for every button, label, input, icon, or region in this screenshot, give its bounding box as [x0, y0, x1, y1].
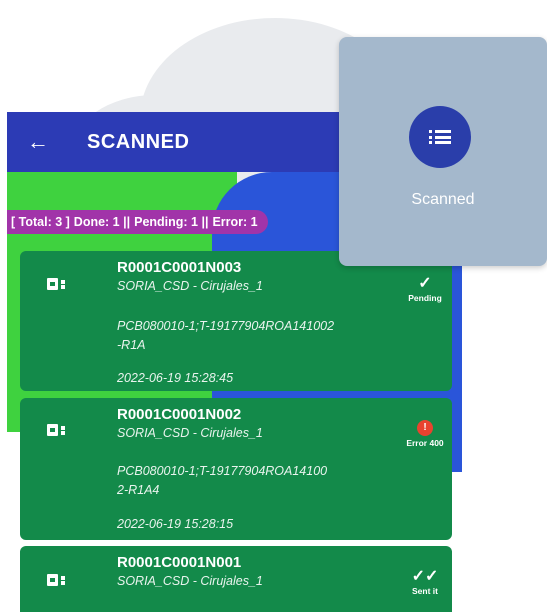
error-status: ! Error 400: [400, 420, 450, 448]
pending-count: Pending: 1 ||: [134, 215, 209, 229]
check-icon: ✓: [418, 275, 432, 292]
scan-location: SORIA_CSD - Cirujales_1: [117, 279, 263, 293]
double-check-icon: ✓✓: [411, 568, 439, 585]
done-count: Done: 1 ||: [73, 215, 131, 229]
scan-card[interactable]: R0001C0001N002 SORIA_CSD - Cirujales_1 P…: [20, 398, 452, 540]
status-label: Sent it: [412, 586, 438, 596]
device-icon: [47, 424, 67, 436]
scan-id: R0001C0001N002: [117, 406, 242, 423]
status-summary-badge: [ Total: 3 ] Done: 1 || Pending: 1 || Er…: [7, 210, 268, 234]
popup-label: Scanned: [411, 191, 475, 208]
total-count: [ Total: 3 ]: [11, 215, 70, 229]
device-icon: [47, 278, 67, 290]
scan-id: R0001C0001N003: [117, 259, 242, 276]
device-icon: [47, 574, 67, 586]
status-label: Error 400: [406, 438, 444, 448]
scan-id: R0001C0001N001: [117, 554, 242, 571]
scanned-list-button[interactable]: [409, 106, 471, 168]
scan-card[interactable]: R0001C0001N003 SORIA_CSD - Cirujales_1 P…: [20, 251, 452, 391]
scan-timestamp: 2022-06-19 15:28:45: [117, 371, 234, 385]
scan-location: SORIA_CSD - Cirujales_1: [117, 426, 263, 440]
error-icon: !: [417, 420, 433, 436]
status-label: Pending: [408, 293, 442, 303]
scan-timestamp: 2022-06-19 15:28:15: [117, 517, 234, 531]
sent-status: ✓✓ Sent it: [400, 568, 450, 596]
scan-code: PCB080010-1;T-19177904ROA141002 -R1A: [117, 319, 335, 352]
list-icon: [429, 130, 451, 144]
error-count: Error: 1: [212, 215, 258, 229]
scan-location: SORIA_CSD - Cirujales_1: [117, 574, 263, 588]
arrow-back-icon[interactable]: ←: [27, 129, 57, 155]
pending-status: ✓ Pending: [400, 275, 450, 303]
scan-code: PCB080010-1;T-19177904ROA14100 2-R1A4: [117, 464, 328, 497]
scan-card[interactable]: R0001C0001N001 SORIA_CSD - Cirujales_1 ✓…: [20, 546, 452, 612]
page-title: SCANNED: [87, 130, 190, 153]
scanned-popup[interactable]: Scanned: [339, 37, 547, 266]
